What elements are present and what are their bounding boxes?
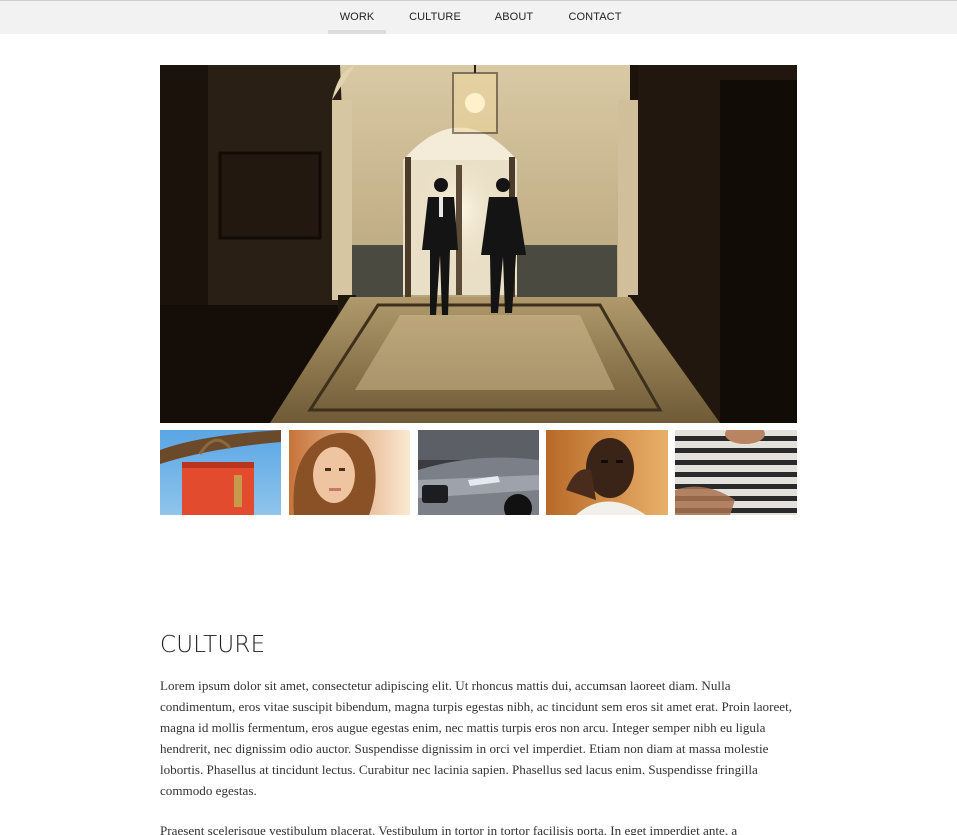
thumbnail-car[interactable] [418, 430, 539, 515]
section-heading-culture: CULTURE [160, 632, 266, 658]
nav-item-contact[interactable]: CONTACT [560, 1, 630, 34]
nav-item-culture[interactable]: CULTURE [402, 1, 468, 34]
culture-paragraph-1: Lorem ipsum dolor sit amet, consectetur … [160, 678, 792, 798]
thumbnail-striped-shirt[interactable] [675, 430, 797, 515]
thumbnail-handbag[interactable] [160, 430, 281, 515]
top-navigation-bar: WORK CULTURE ABOUT CONTACT [0, 0, 957, 34]
nav-item-work[interactable]: WORK [328, 1, 386, 34]
hero-image [160, 65, 797, 423]
culture-paragraph-2: Praesent scelerisque vestibulum placerat… [160, 823, 738, 835]
thumbnail-portrait-woman[interactable] [289, 430, 410, 515]
nav-item-about[interactable]: ABOUT [486, 1, 542, 34]
thumbnail-portrait-man[interactable] [546, 430, 668, 515]
